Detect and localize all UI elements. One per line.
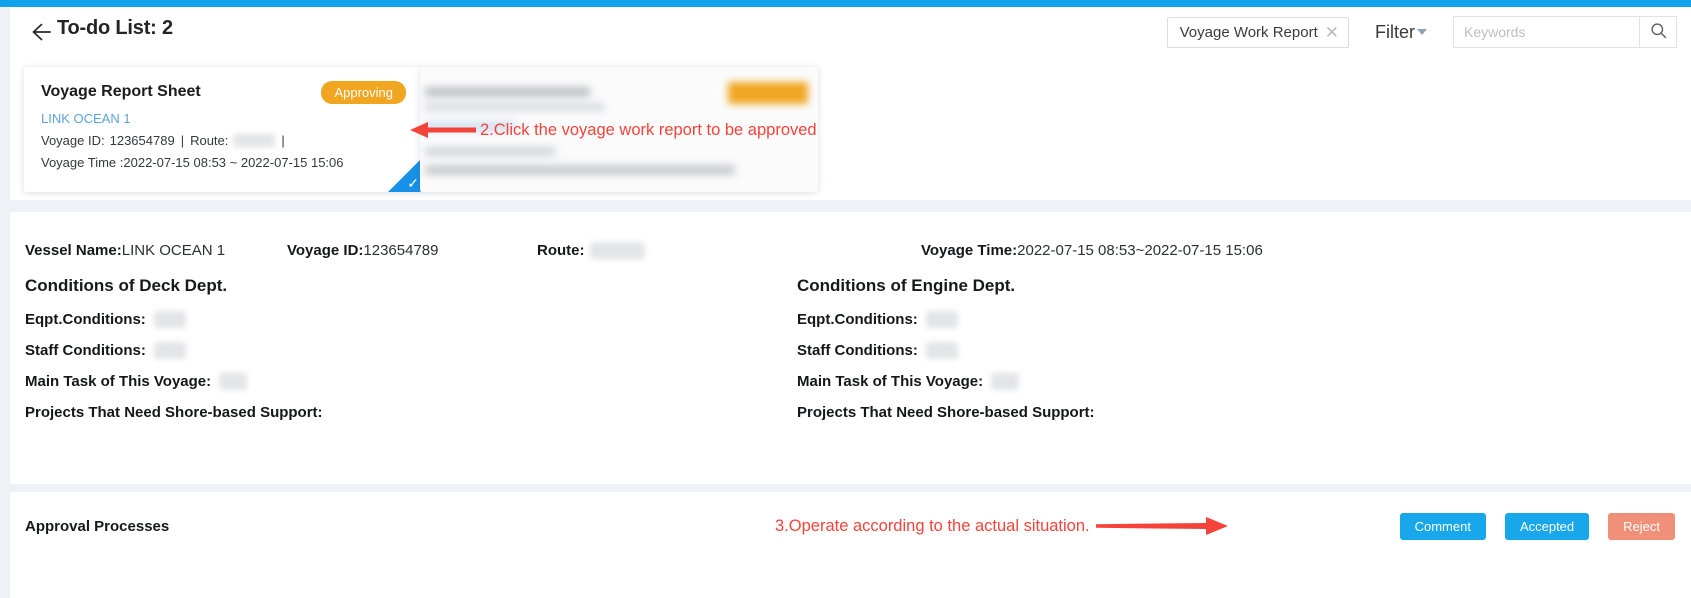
search-icon — [1650, 22, 1667, 42]
page-title: To-do List: 2 — [57, 17, 173, 39]
blurred-text-line-1 — [425, 147, 555, 156]
card-route-label: Route: — [190, 133, 229, 148]
approval-processes-title: Approval Processes — [25, 518, 170, 535]
deck-staff-conditions: Staff Conditions: — [25, 342, 186, 359]
meta-vessel-name-label: Vessel Name: — [25, 242, 122, 259]
engine-dept-heading: Conditions of Engine Dept. — [797, 276, 1016, 295]
report-type-chip[interactable]: Voyage Work Report ✕ — [1166, 16, 1349, 48]
meta-route-value-redacted — [589, 242, 645, 259]
report-detail-panel: Vessel Name: LINK OCEAN 1 Voyage ID: 123… — [10, 212, 1691, 484]
card-title: Voyage Report Sheet — [41, 83, 201, 100]
deck-shore-support-label: Projects That Need Shore-based Support: — [25, 404, 323, 421]
engine-shore-support-label: Projects That Need Shore-based Support: — [797, 404, 1095, 421]
deck-main-task: Main Task of This Voyage: — [25, 373, 248, 390]
meta-voyage-id-label: Voyage ID: — [287, 242, 364, 259]
blurred-text-line-2 — [425, 165, 735, 175]
blurred-title-bar — [425, 87, 590, 97]
card-separator: | — [180, 133, 185, 148]
card-voyage-time-label: Voyage Time : — [41, 155, 124, 170]
chevron-down-icon — [1417, 28, 1427, 35]
blurred-link-line — [425, 122, 515, 131]
engine-shore-support: Projects That Need Shore-based Support: — [797, 404, 1095, 421]
search-input[interactable] — [1453, 16, 1639, 48]
accepted-button[interactable]: Accepted — [1504, 513, 1590, 540]
deck-shore-support: Projects That Need Shore-based Support: — [25, 404, 323, 421]
header-panel: To-do List: 2 Voyage Work Report ✕ Filte… — [10, 7, 1691, 200]
engine-eqpt-conditions-value-redacted — [925, 311, 958, 328]
card-voyage-time-line: Voyage Time : 2022-07-15 08:53 ~ 2022-07… — [41, 155, 344, 170]
meta-voyage-id: Voyage ID: 123654789 — [287, 242, 439, 259]
engine-staff-conditions: Staff Conditions: — [797, 342, 958, 359]
section-divider-1 — [10, 200, 1691, 212]
deck-eqpt-conditions-value-redacted — [153, 311, 186, 328]
meta-voyage-time-label: Voyage Time: — [921, 242, 1018, 259]
approval-panel: Approval Processes 3.Operate according t… — [10, 492, 1691, 598]
meta-route: Route: — [537, 242, 645, 259]
meta-vessel-name-value: LINK OCEAN 1 — [121, 242, 226, 259]
top-accent-bar — [0, 0, 1691, 7]
todo-card-list: Voyage Report Sheet Approving LINK OCEAN… — [10, 59, 1691, 199]
arrow-right-icon — [1090, 516, 1228, 536]
deck-main-task-value-redacted — [219, 373, 248, 390]
search-group — [1453, 16, 1677, 48]
report-type-chip-label: Voyage Work Report — [1179, 23, 1318, 41]
deck-main-task-label: Main Task of This Voyage: — [25, 373, 212, 390]
card-route-value-redacted — [233, 134, 276, 147]
meta-voyage-id-value: 123654789 — [363, 242, 439, 259]
engine-eqpt-conditions: Eqpt.Conditions: — [797, 311, 958, 328]
deck-eqpt-conditions-label: Eqpt.Conditions: — [25, 311, 146, 328]
todo-card-selected[interactable]: Voyage Report Sheet Approving LINK OCEAN… — [24, 67, 422, 192]
deck-staff-conditions-value-redacted — [153, 342, 186, 359]
engine-staff-conditions-value-redacted — [925, 342, 958, 359]
card-voyage-id-value: 123654789 — [109, 133, 175, 148]
deck-dept-heading: Conditions of Deck Dept. — [25, 276, 228, 295]
card-voyage-time-value: 2022-07-15 08:53 ~ 2022-07-15 15:06 — [123, 155, 344, 170]
status-badge: Approving — [321, 81, 406, 104]
card-voyage-route-line: Voyage ID: 123654789 | Route: | — [41, 133, 285, 148]
reject-button[interactable]: Reject — [1608, 513, 1675, 540]
meta-vessel-name: Vessel Name: LINK OCEAN 1 — [25, 242, 225, 259]
card-vessel-link[interactable]: LINK OCEAN 1 — [41, 111, 131, 126]
deck-staff-conditions-label: Staff Conditions: — [25, 342, 146, 359]
annotation-step-3-text: 3.Operate according to the actual situat… — [775, 516, 1090, 535]
close-icon[interactable]: ✕ — [1325, 24, 1339, 41]
engine-main-task-label: Main Task of This Voyage: — [797, 373, 984, 390]
blurred-subtitle — [425, 103, 605, 111]
filter-dropdown-label: Filter — [1375, 21, 1415, 42]
deck-eqpt-conditions: Eqpt.Conditions: — [25, 311, 186, 328]
detail-meta-row: Vessel Name: LINK OCEAN 1 Voyage ID: 123… — [10, 242, 1691, 264]
comment-button[interactable]: Comment — [1399, 513, 1486, 540]
card-separator-2: | — [281, 133, 285, 148]
search-button[interactable] — [1639, 16, 1677, 48]
engine-main-task-value-redacted — [991, 373, 1020, 390]
todo-card-blurred[interactable] — [420, 67, 818, 192]
annotation-step-3: 3.Operate according to the actual situat… — [775, 516, 1228, 536]
meta-voyage-time: Voyage Time: 2022-07-15 08:53~2022-07-15… — [921, 242, 1263, 259]
header-row: To-do List: 2 Voyage Work Report ✕ Filte… — [10, 7, 1691, 62]
meta-route-label: Route: — [537, 242, 585, 259]
card-voyage-id-label: Voyage ID: — [41, 133, 105, 148]
left-gutter — [0, 7, 10, 598]
engine-staff-conditions-label: Staff Conditions: — [797, 342, 918, 359]
arrow-left-icon[interactable] — [26, 19, 52, 45]
approval-button-group: Comment Accepted Reject — [1399, 513, 1675, 540]
blurred-badge — [728, 82, 808, 104]
filter-dropdown[interactable]: Filter — [1375, 22, 1427, 43]
check-icon: ✓ — [407, 175, 419, 191]
app-root: To-do List: 2 Voyage Work Report ✕ Filte… — [0, 0, 1691, 598]
meta-voyage-time-value: 2022-07-15 08:53~2022-07-15 15:06 — [1017, 242, 1263, 259]
engine-eqpt-conditions-label: Eqpt.Conditions: — [797, 311, 918, 328]
filter-bar: Voyage Work Report ✕ Filter — [1166, 16, 1677, 48]
engine-main-task: Main Task of This Voyage: — [797, 373, 1020, 390]
